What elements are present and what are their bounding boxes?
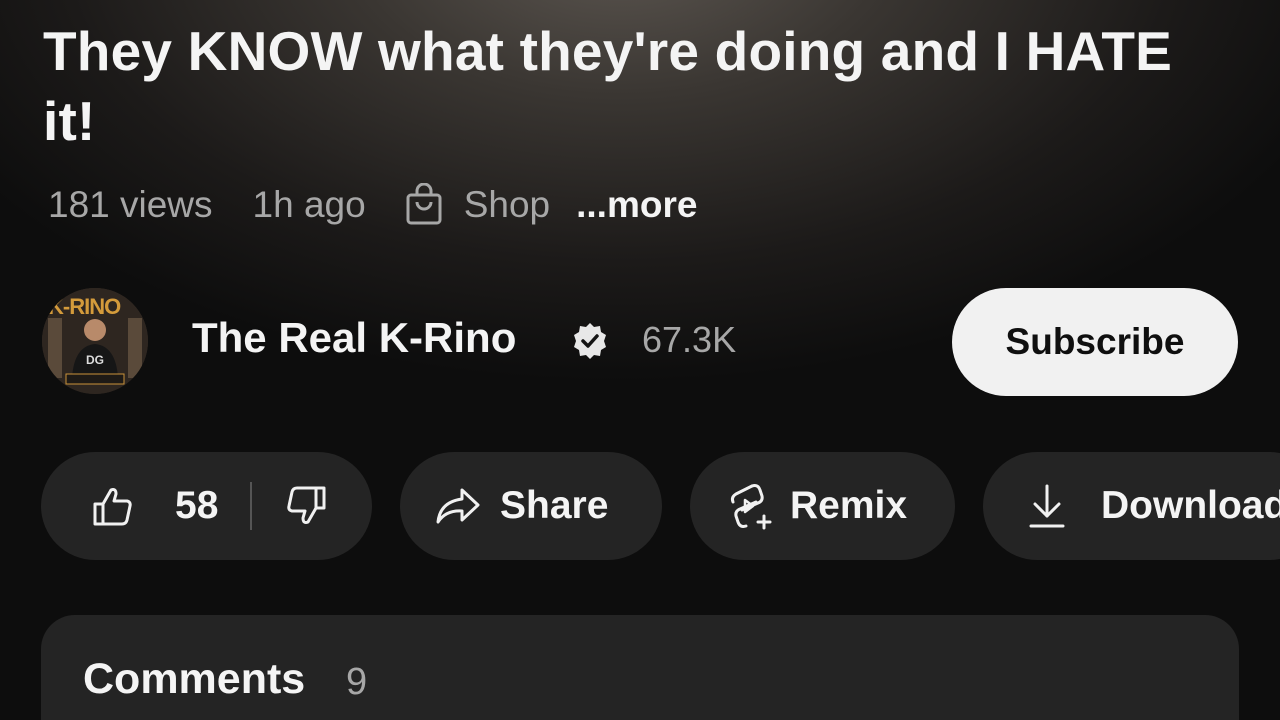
svg-text:DG: DG	[86, 353, 104, 367]
download-button[interactable]: Download	[983, 452, 1280, 560]
verified-badge-icon	[574, 323, 606, 359]
comments-title: Comments	[83, 655, 306, 703]
avatar-logo-text: K-RINO	[48, 294, 121, 319]
remix-label: Remix	[790, 484, 908, 527]
download-icon	[1029, 484, 1065, 528]
remix-button[interactable]: Remix	[690, 452, 955, 560]
view-count: 181 views	[48, 184, 213, 225]
video-watch-page: They KNOW what they're doing and I HATE …	[0, 0, 1280, 720]
upload-age: 1h ago	[252, 184, 366, 225]
remix-icon	[730, 484, 772, 530]
video-meta-row: 181 views 1h ago Shop ...more	[48, 180, 697, 230]
shopping-bag-icon[interactable]	[404, 183, 444, 227]
subscribe-button[interactable]: Subscribe	[952, 288, 1238, 396]
download-label: Download	[1101, 484, 1280, 527]
comments-count: 9	[346, 661, 368, 703]
channel-name[interactable]: The Real K-Rino	[192, 314, 516, 362]
action-bar: 58 Share Remix Download	[41, 452, 1280, 560]
share-button[interactable]: Share	[400, 452, 662, 560]
thumbs-up-icon[interactable]	[91, 484, 135, 528]
channel-avatar[interactable]: DG K-RINO	[42, 288, 148, 394]
like-dislike-pill: 58	[41, 452, 372, 560]
share-label: Share	[500, 484, 609, 527]
more-link[interactable]: ...more	[576, 184, 697, 226]
like-count: 58	[175, 484, 219, 527]
channel-row: DG K-RINO The Real K-Rino 67.3K Subscrib…	[42, 288, 1240, 396]
comments-section[interactable]: Comments 9	[41, 615, 1239, 720]
video-title: They KNOW what they're doing and I HATE …	[43, 20, 1173, 152]
subscriber-count: 67.3K	[642, 319, 737, 360]
like-divider	[250, 482, 253, 530]
shop-link[interactable]: Shop	[464, 184, 550, 226]
thumbs-down-icon[interactable]	[284, 484, 328, 528]
share-arrow-icon	[436, 488, 480, 524]
